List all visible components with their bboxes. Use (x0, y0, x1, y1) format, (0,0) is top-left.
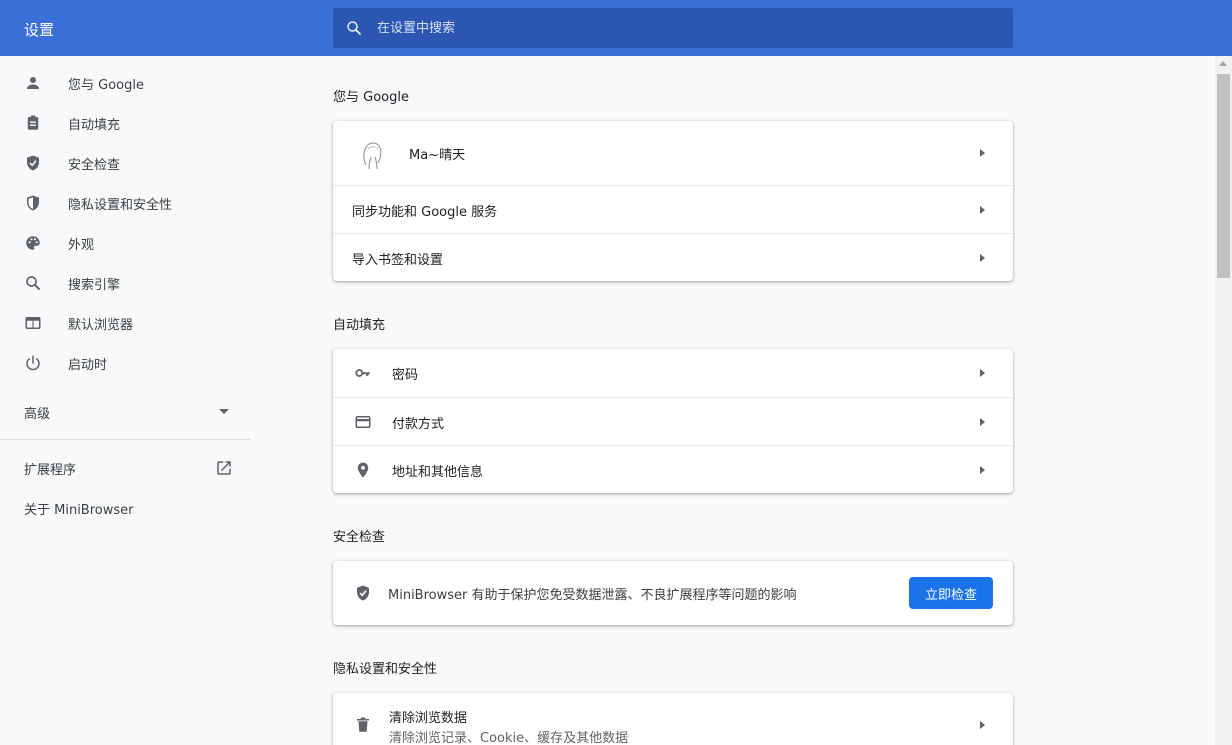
sidebar-divider (0, 439, 250, 440)
palette-icon (26, 236, 40, 250)
sidebar-item-label: 启动时 (68, 358, 108, 373)
section-title-safety-check: 安全检查 (333, 530, 386, 545)
search-icon (347, 21, 361, 35)
page-scrollbar[interactable] (1215, 56, 1232, 745)
chevron-right-icon (980, 466, 985, 474)
sidebar-item-safety-check[interactable]: 安全检查 (0, 143, 250, 183)
card-autofill: 密码 付款方式 地址和其他信息 (333, 349, 1013, 493)
sidebar-item-privacy[interactable]: 隐私设置和安全性 (0, 183, 250, 223)
sidebar: 您与 Google 自动填充 安全检查 隐私设置和安全性 外观 搜索引擎 默认浏… (0, 56, 250, 745)
sidebar-item-appearance[interactable]: 外观 (0, 223, 250, 263)
sidebar-item-label: 搜索引擎 (68, 278, 121, 293)
sidebar-item-on-startup[interactable]: 启动时 (0, 343, 250, 383)
chevron-down-icon (219, 409, 229, 414)
sidebar-item-label: 隐私设置和安全性 (68, 198, 173, 213)
payment-methods-label: 付款方式 (392, 417, 445, 432)
clear-browsing-data-sublabel: 清除浏览记录、Cookie、缓存及其他数据 (389, 731, 629, 745)
import-bookmarks-row[interactable]: 导入书签和设置 (333, 233, 1013, 281)
clear-browsing-data-label: 清除浏览数据 (389, 711, 468, 726)
location-pin-icon (357, 462, 369, 478)
about-label: 关于 MiniBrowser (24, 503, 134, 518)
passwords-label: 密码 (392, 368, 419, 383)
shield-check-icon (27, 155, 39, 171)
search-input[interactable] (377, 8, 997, 48)
chevron-right-icon (980, 149, 985, 157)
payment-methods-row[interactable]: 付款方式 (333, 397, 1013, 445)
chevron-right-icon (980, 206, 985, 214)
scrollbar-thumb[interactable] (1217, 74, 1230, 278)
search-icon (26, 276, 40, 290)
power-icon (26, 355, 40, 371)
sync-services-row[interactable]: 同步功能和 Google 服务 (333, 185, 1013, 233)
addresses-row[interactable]: 地址和其他信息 (333, 445, 1013, 493)
sidebar-item-label: 安全检查 (68, 158, 121, 173)
safety-check-row: MiniBrowser 有助于保护您免受数据泄露、不良扩展程序等问题的影响 立即… (333, 561, 1013, 625)
card-safety-check: MiniBrowser 有助于保护您免受数据泄露、不良扩展程序等问题的影响 立即… (333, 561, 1013, 625)
profile-row[interactable]: Ma~晴天 (333, 121, 1013, 185)
privacy-shield-icon (27, 195, 39, 211)
sidebar-item-autofill[interactable]: 自动填充 (0, 103, 250, 143)
passwords-row[interactable]: 密码 (333, 349, 1013, 397)
profile-name: Ma~晴天 (409, 148, 466, 163)
chevron-right-icon (980, 721, 985, 729)
top-bar: 设置 (0, 0, 1232, 56)
sidebar-item-search-engine[interactable]: 搜索引擎 (0, 263, 250, 303)
open-in-new-icon (217, 461, 231, 475)
card-privacy: 清除浏览数据 清除浏览记录、Cookie、缓存及其他数据 (333, 693, 1013, 745)
sidebar-item-label: 您与 Google (68, 78, 144, 93)
sidebar-item-default-browser[interactable]: 默认浏览器 (0, 303, 250, 343)
avatar (363, 142, 382, 170)
safety-check-description: MiniBrowser 有助于保护您免受数据泄露、不良扩展程序等问题的影响 (388, 588, 797, 603)
clear-browsing-data-row[interactable]: 清除浏览数据 清除浏览记录、Cookie、缓存及其他数据 (333, 693, 1013, 745)
chevron-right-icon (980, 254, 985, 262)
extensions-label: 扩展程序 (24, 463, 77, 478)
browser-window-icon (25, 317, 41, 329)
key-icon (355, 369, 370, 377)
chevron-right-icon (980, 418, 985, 426)
addresses-label: 地址和其他信息 (392, 465, 484, 480)
advanced-label: 高级 (24, 407, 51, 422)
sidebar-item-label: 自动填充 (68, 118, 121, 133)
sidebar-advanced-toggle[interactable]: 高级 (0, 392, 250, 432)
sidebar-item-label: 默认浏览器 (68, 318, 134, 333)
import-bookmarks-label: 导入书签和设置 (352, 253, 444, 268)
section-title-autofill: 自动填充 (333, 318, 386, 333)
sync-services-label: 同步功能和 Google 服务 (352, 205, 498, 220)
trash-icon (357, 717, 369, 732)
search-box[interactable] (333, 8, 1013, 48)
sidebar-item-about[interactable]: 关于 MiniBrowser (0, 488, 250, 528)
scroll-up-arrow-icon[interactable] (1219, 61, 1227, 66)
person-icon (27, 77, 39, 89)
page-title: 设置 (24, 21, 55, 39)
section-title-privacy: 隐私设置和安全性 (333, 662, 438, 677)
chevron-right-icon (980, 369, 985, 377)
check-now-button[interactable]: 立即检查 (909, 577, 993, 609)
clipboard-icon (27, 115, 39, 130)
shield-check-icon (357, 585, 369, 601)
sidebar-item-you-and-google[interactable]: 您与 Google (0, 63, 250, 103)
sidebar-item-extensions[interactable]: 扩展程序 (0, 448, 250, 488)
section-title-you-and-google: 您与 Google (333, 90, 409, 105)
credit-card-icon (355, 416, 371, 428)
card-you-and-google: Ma~晴天 同步功能和 Google 服务 导入书签和设置 (333, 121, 1013, 281)
sidebar-item-label: 外观 (68, 238, 95, 253)
